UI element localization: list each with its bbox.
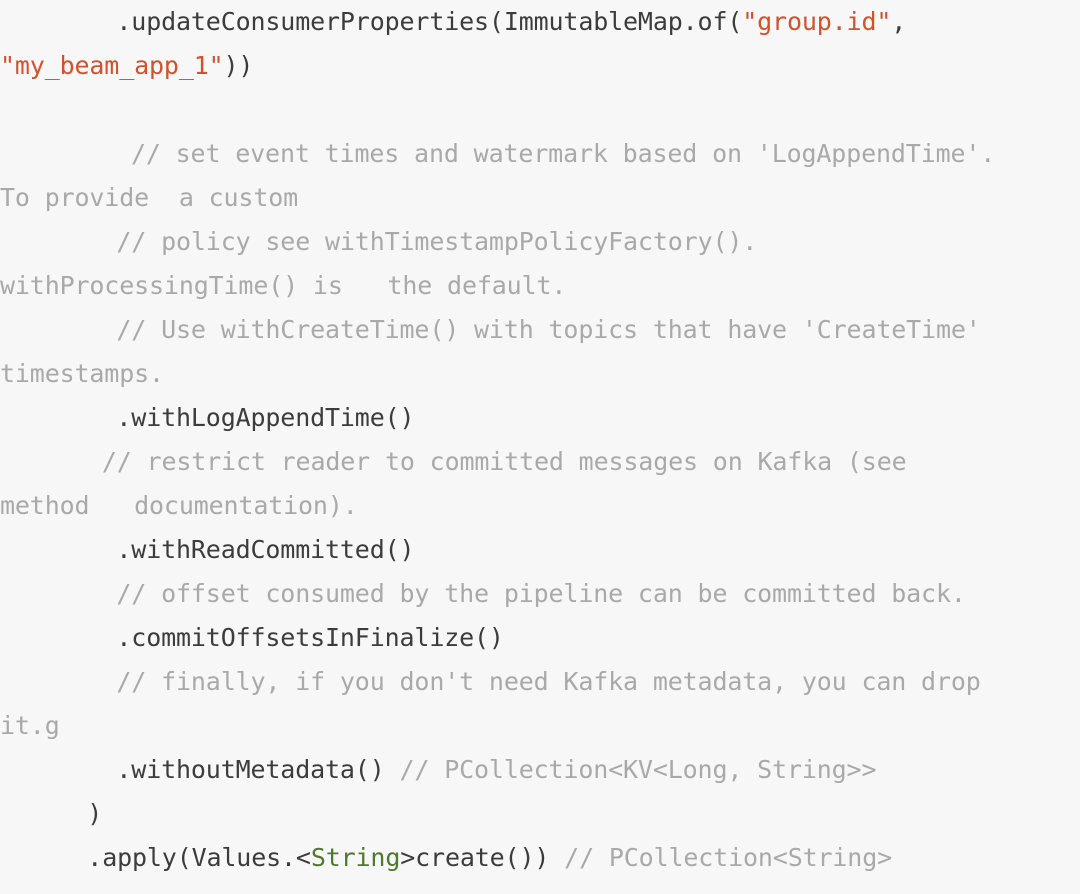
code-token-string: "group.id" [742,7,892,36]
code-line: // offset consumed by the pipeline can b… [0,572,1080,616]
code-token-plain: ) [87,799,103,828]
code-line: .withReadCommitted() [0,528,1080,572]
code-line: ) [0,792,1080,836]
code-token-plain: .updateConsumerProperties(ImmutableMap.o… [116,7,743,36]
code-token-comment: // Use withCreateTime() with topics that… [116,315,981,344]
code-token-plain: .withoutMetadata() [116,755,400,784]
code-token-comment: // policy see withTimestampPolicyFactory… [116,227,758,256]
code-line: // finally, if you don't need Kafka meta… [0,660,1080,704]
code-token-comment: To provide a custom [0,183,299,212]
code-lines-container: .updateConsumerProperties(ImmutableMap.o… [0,0,1080,880]
code-token-comment: withProcessingTime() is the default. [0,271,567,300]
code-token-comment: // PCollection<KV<Long, String>> [399,755,877,784]
code-line: .withLogAppendTime() [0,396,1080,440]
code-line: .apply(Values.<String>create()) // PColl… [0,836,1080,880]
code-token-comment: // PCollection<String> [564,843,892,872]
code-line: // restrict reader to committed messages… [0,440,1080,484]
code-token-comment: it.g [0,711,60,740]
code-token-comment: // set event times and watermark based o… [130,139,996,168]
code-line: .updateConsumerProperties(ImmutableMap.o… [0,0,1080,44]
code-token-plain: .commitOffsetsInFinalize() [116,623,504,652]
code-line: "my_beam_app_1")) [0,44,1080,88]
code-token-plain: >create()) [400,843,565,872]
code-token-comment: // restrict reader to committed messages… [101,447,907,476]
code-token-comment: timestamps. [0,359,164,388]
code-line: timestamps. [0,352,1080,396]
code-line: .withoutMetadata() // PCollection<KV<Lon… [0,748,1080,792]
code-line: // set event times and watermark based o… [0,132,1080,176]
code-token-plain: .apply(Values. [87,843,296,872]
code-snippet-block: .updateConsumerProperties(ImmutableMap.o… [0,0,1080,894]
code-token-plain: .withLogAppendTime() [116,403,415,432]
code-token-string: "my_beam_app_1" [0,51,224,80]
code-token-plain: .withReadCommitted() [116,535,415,564]
code-line: // policy see withTimestampPolicyFactory… [0,220,1080,264]
code-token-plain: , [891,7,907,36]
code-line: // Use withCreateTime() with topics that… [0,308,1080,352]
code-token-comment: // finally, if you don't need Kafka meta… [116,667,981,696]
code-token-comment: // offset consumed by the pipeline can b… [116,579,966,608]
code-line: .commitOffsetsInFinalize() [0,616,1080,660]
code-token-plain: < [295,843,311,872]
code-token-type: String [310,843,401,872]
code-token-plain: )) [223,51,254,80]
code-line: method documentation). [0,484,1080,528]
code-token-comment: method documentation). [0,491,358,520]
code-line: To provide a custom [0,176,1080,220]
code-line: withProcessingTime() is the default. [0,264,1080,308]
code-line: it.g [0,704,1080,748]
